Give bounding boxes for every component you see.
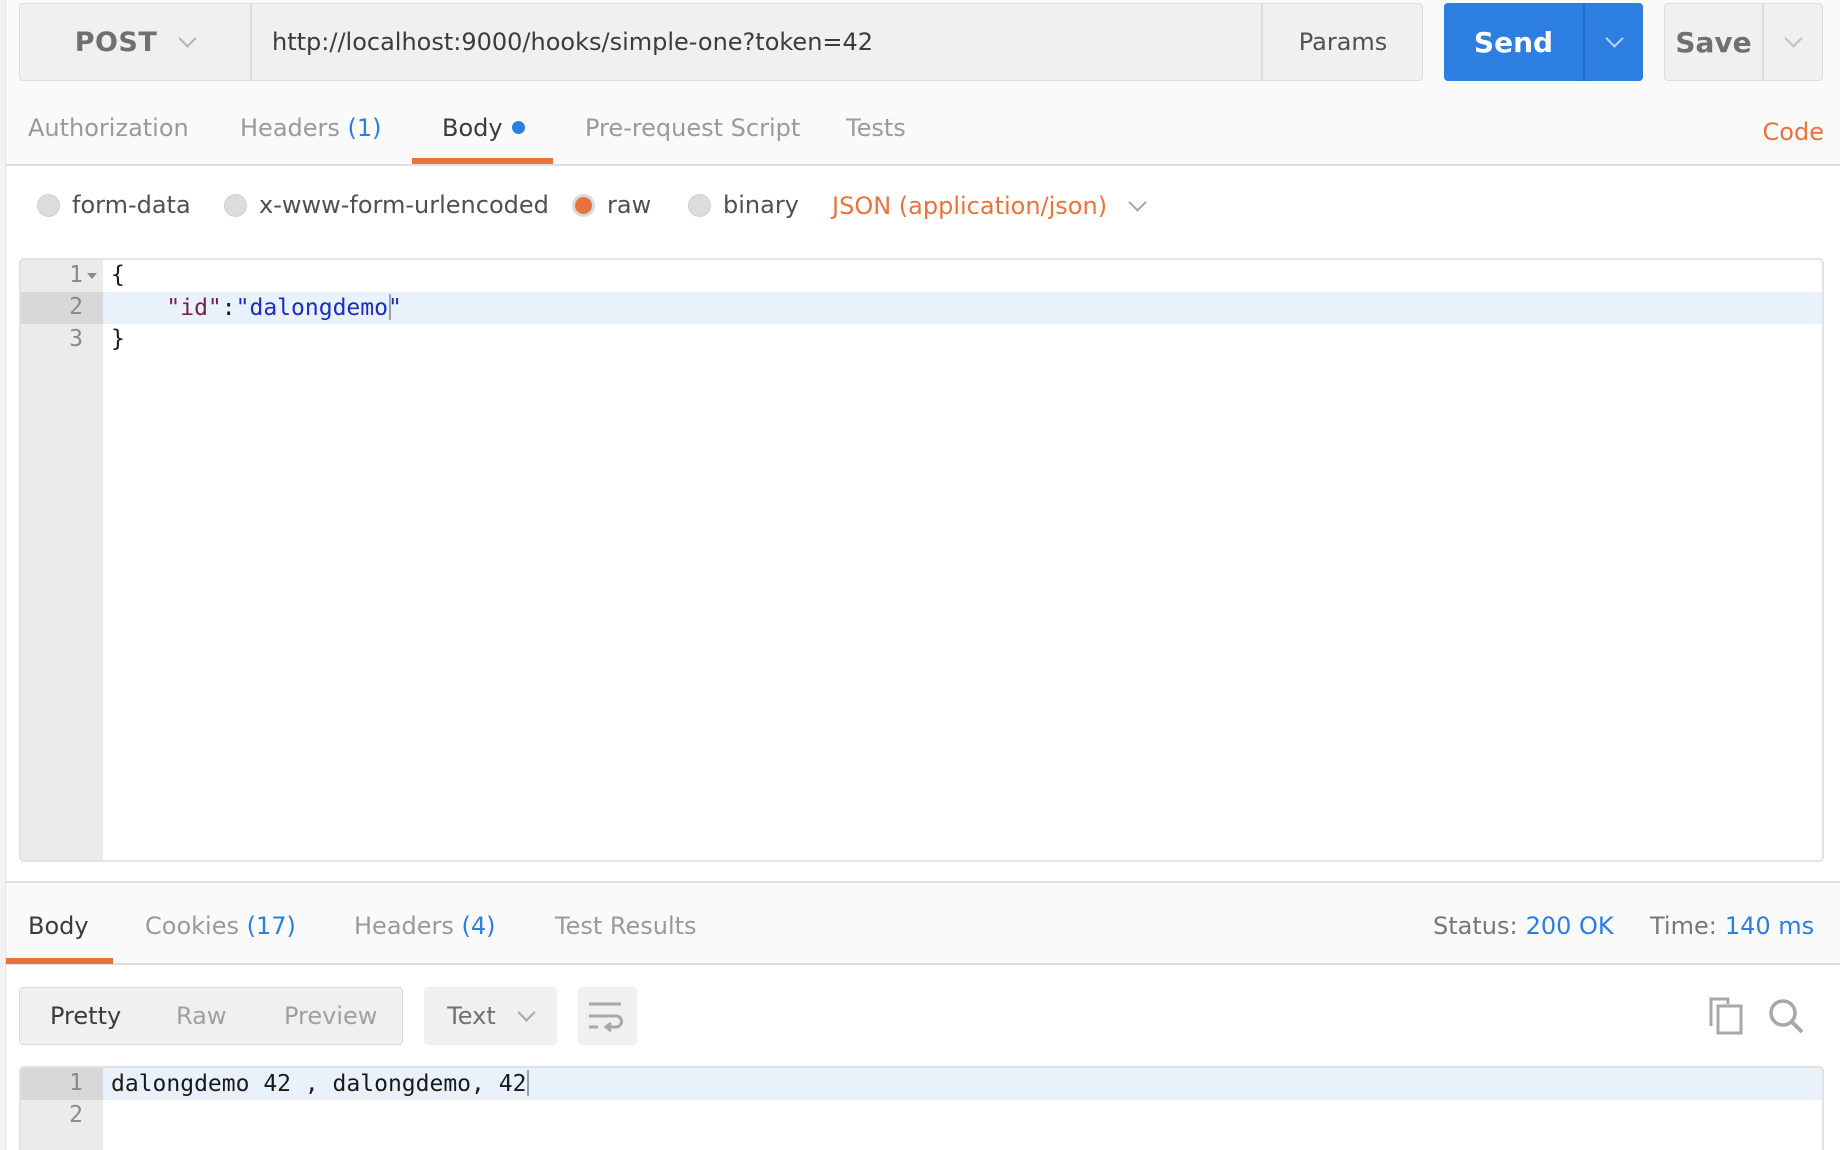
json-key: "id" [166, 295, 222, 321]
response-tabs: Body Cookies (17) Headers (4) Test Resul… [0, 883, 1840, 965]
url-input[interactable]: http://localhost:9000/hooks/simple-one?t… [272, 4, 873, 80]
chevron-down-icon [518, 1008, 534, 1024]
chevron-down-icon [1129, 198, 1145, 214]
response-tab-test-results[interactable]: Test Results [555, 912, 697, 940]
save-button-group: Save [1664, 3, 1823, 81]
fold-arrow-icon[interactable] [87, 273, 97, 279]
search-icon [1769, 999, 1804, 1034]
code-text: { [111, 262, 125, 288]
content-type-select[interactable]: JSON (application/json) [832, 192, 1145, 220]
active-tab-indicator [412, 158, 553, 164]
json-value-close-quote: " [387, 295, 402, 321]
response-status: Status: 200 OK [1433, 912, 1614, 940]
radio-raw[interactable]: raw [572, 191, 651, 219]
send-button[interactable]: Send [1444, 3, 1583, 81]
chevron-down-icon [179, 34, 195, 50]
radio-x-www-form-urlencoded[interactable]: x-www-form-urlencoded [224, 191, 549, 219]
active-tab-indicator [0, 958, 113, 964]
view-mode-group: Pretty Raw Preview [19, 987, 403, 1045]
line-number: 2 [69, 1102, 83, 1128]
send-button-group: Send [1444, 3, 1643, 81]
left-edge [0, 0, 6, 1150]
format-select[interactable]: Text [424, 987, 557, 1045]
radio-button[interactable] [224, 193, 247, 217]
wrap-icon [589, 1002, 623, 1033]
radio-button-checked[interactable] [572, 193, 595, 217]
status-value: 200 OK [1525, 912, 1614, 940]
radio-form-data[interactable]: form-data [37, 191, 191, 219]
code-link[interactable]: Code [1763, 118, 1824, 146]
code-text: } [111, 326, 125, 352]
response-tab-cookies[interactable]: Cookies (17) [145, 912, 296, 940]
line-number: 1 [69, 1070, 83, 1096]
copy-button[interactable] [1708, 996, 1746, 1040]
line-number: 2 [69, 294, 83, 320]
json-separator: : [221, 295, 236, 321]
json-value: "dalongdemo [235, 295, 388, 321]
view-pretty-button[interactable]: Pretty [50, 988, 121, 1044]
response-tab-body[interactable]: Body [28, 912, 89, 940]
text-cursor [527, 1070, 530, 1096]
time-value: 140 ms [1724, 912, 1815, 940]
response-tab-headers[interactable]: Headers (4) [354, 912, 496, 940]
response-body-viewer[interactable]: 1 dalongdemo 42 , dalongdemo, 42 2 [19, 1066, 1824, 1150]
copy-icon [1709, 997, 1743, 1035]
view-raw-button[interactable]: Raw [176, 988, 226, 1044]
wrap-lines-button[interactable] [578, 987, 637, 1045]
headers-count: (1) [347, 114, 382, 142]
params-button[interactable]: Params [1261, 4, 1423, 80]
save-options-button[interactable] [1764, 4, 1822, 80]
tab-authorization[interactable]: Authorization [28, 114, 189, 142]
radio-binary[interactable]: binary [688, 191, 799, 219]
body-type-options: form-data x-www-form-urlencoded raw bina… [0, 168, 1840, 240]
request-tabs: Authorization Headers (1) Body Pre-reque… [0, 100, 1840, 166]
radio-button[interactable] [688, 193, 711, 217]
view-preview-button[interactable]: Preview [284, 988, 377, 1044]
method-select[interactable]: POST [20, 4, 252, 80]
search-button[interactable] [1766, 996, 1806, 1040]
save-button[interactable]: Save [1665, 4, 1762, 80]
tab-body[interactable]: Body [442, 114, 525, 142]
send-options-button[interactable] [1585, 3, 1643, 81]
chevron-down-icon [1606, 34, 1622, 50]
code-text: dalongdemo 42 , dalongdemo, 42 [111, 1070, 530, 1097]
modified-dot-icon [511, 121, 525, 134]
headers-count: (4) [461, 912, 496, 940]
cookies-count: (17) [246, 912, 296, 940]
line-number: 1 [69, 262, 83, 288]
editor-line-active: 1 dalongdemo 42 , dalongdemo, 42 [21, 1068, 1822, 1100]
editor-line: 3 } [21, 324, 1822, 356]
tab-tests[interactable]: Tests [846, 114, 906, 142]
line-number: 3 [69, 326, 83, 352]
url-bar: POST http://localhost:9000/hooks/simple-… [19, 3, 1423, 81]
radio-button[interactable] [37, 193, 60, 217]
tab-headers[interactable]: Headers (1) [240, 114, 382, 142]
editor-line-active: 2 "id":"dalongdemo" [21, 292, 1822, 324]
chevron-down-icon [1785, 34, 1801, 50]
response-time: Time: 140 ms [1650, 912, 1815, 940]
request-body-editor[interactable]: 1 { 2 "id":"dalongdemo" 3 } [19, 258, 1824, 862]
code-text: "id":"dalongdemo" [111, 294, 402, 321]
editor-line: 2 [21, 1100, 1822, 1132]
tab-pre-request-script[interactable]: Pre-request Script [585, 114, 800, 142]
editor-line: 1 { [21, 260, 1822, 292]
method-label: POST [74, 26, 158, 58]
